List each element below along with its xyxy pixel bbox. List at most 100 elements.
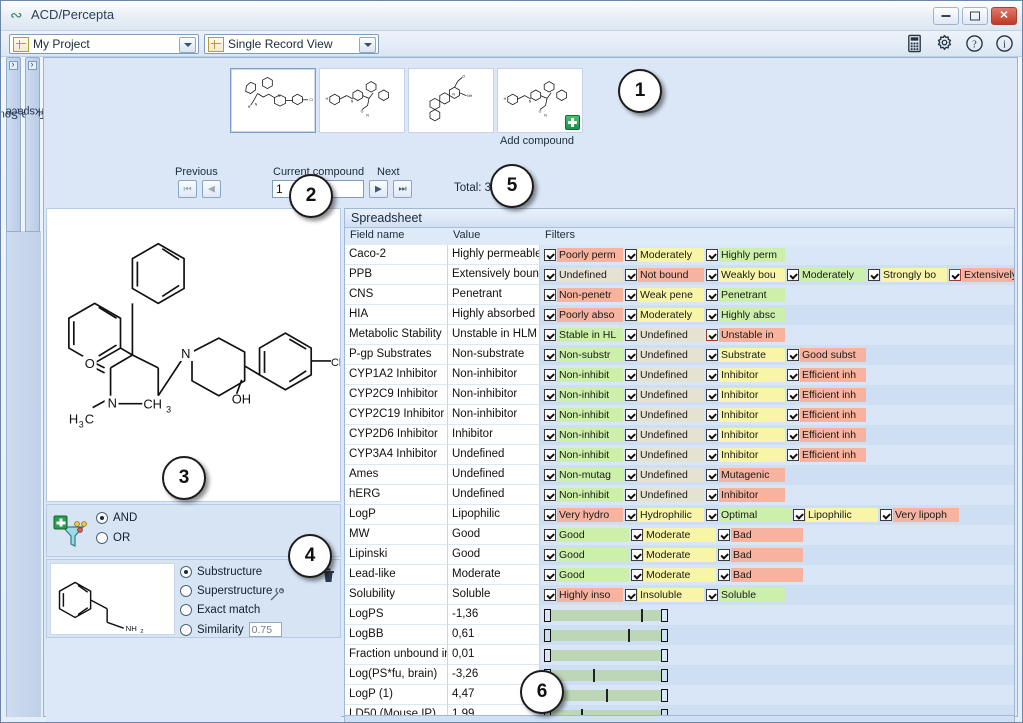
filter-chip[interactable]: Strongly bo (868, 268, 947, 282)
filter-chip[interactable]: Highly perm (706, 248, 785, 262)
table-row[interactable]: CYP2D6 Inhibitor Inhibitor Non-inhibit Unde… (345, 425, 1014, 445)
filter-chip[interactable]: Efficient inh (787, 368, 866, 382)
filter-chip[interactable]: Weakly bou (706, 268, 785, 282)
filter-checkbox[interactable] (949, 269, 961, 281)
filter-chip[interactable]: Moderate (631, 548, 716, 562)
filter-checkbox[interactable] (625, 489, 637, 501)
help-icon[interactable]: ? (965, 34, 984, 53)
filter-checkbox[interactable] (544, 329, 556, 341)
filter-checkbox[interactable] (787, 409, 799, 421)
filter-checkbox[interactable] (706, 509, 718, 521)
view-selector[interactable]: Single Record View (204, 34, 379, 54)
range-handle-left[interactable] (544, 648, 551, 662)
logic-and-radio[interactable]: AND (96, 512, 137, 524)
filter-checkbox[interactable] (706, 369, 718, 381)
filter-checkbox[interactable] (706, 329, 718, 341)
table-row[interactable]: LogPS -1,36 (345, 605, 1014, 625)
filter-chip[interactable]: Non-penetr (544, 288, 623, 302)
table-row[interactable]: CYP3A4 Inhibitor Undefined Non-inhibit Unde… (345, 445, 1014, 465)
filter-chip[interactable]: Non-mutag (544, 468, 623, 482)
filter-checkbox[interactable] (706, 289, 718, 301)
filter-checkbox[interactable] (544, 409, 556, 421)
filter-chip[interactable]: Undefined (625, 348, 704, 362)
filter-chip[interactable]: Moderately (625, 308, 704, 322)
filter-chip[interactable]: Bad (718, 528, 803, 542)
filter-chip[interactable]: Not bound (625, 268, 704, 282)
filter-chip[interactable]: Efficient inh (787, 448, 866, 462)
filter-chip[interactable]: Highly absc (706, 308, 785, 322)
filter-chip[interactable]: Undefined (625, 408, 704, 422)
filter-chip[interactable]: Undefined (544, 268, 623, 282)
range-handle-right[interactable] (661, 688, 668, 702)
match-mode-exact[interactable]: Exact match (180, 604, 260, 616)
filter-checkbox[interactable] (544, 449, 556, 461)
compound-thumb-3[interactable]: N NH O (408, 68, 494, 133)
filter-checkbox[interactable] (544, 369, 556, 381)
filter-chip[interactable]: Soluble (706, 588, 785, 602)
filter-chip[interactable]: Lipophilic (793, 508, 878, 522)
filter-checkbox[interactable] (706, 589, 718, 601)
filter-chip[interactable]: Non-substr (544, 348, 623, 362)
filter-chip[interactable]: Undefined (625, 488, 704, 502)
filter-chip[interactable]: Penetrant (706, 288, 785, 302)
filter-chip[interactable]: Inhibitor (706, 368, 785, 382)
previous-compound-button[interactable]: ◀ (202, 180, 221, 198)
filter-chip[interactable]: Undefined (625, 468, 704, 482)
filter-chip[interactable]: Non-inhibit (544, 408, 623, 422)
filter-add-icon[interactable] (53, 513, 89, 549)
filter-chip[interactable]: Inhibitor (706, 428, 785, 442)
filter-checkbox[interactable] (793, 509, 805, 521)
filter-chip[interactable]: Poorly abso (544, 308, 623, 322)
wrench-icon[interactable] (269, 588, 285, 602)
filter-checkbox[interactable] (625, 249, 637, 261)
similarity-threshold-input[interactable]: 0.75 (248, 622, 282, 637)
filter-checkbox[interactable] (544, 289, 556, 301)
plus-badge[interactable] (565, 115, 580, 130)
filter-checkbox[interactable] (625, 509, 637, 521)
filter-checkbox[interactable] (544, 429, 556, 441)
filter-chip[interactable]: Non-inhibit (544, 488, 623, 502)
close-button[interactable]: ✕ (991, 7, 1017, 25)
filter-checkbox[interactable] (544, 489, 556, 501)
filter-chip[interactable]: Mutagenic (706, 468, 785, 482)
table-row[interactable]: MW Good Good Moderate Bad (345, 525, 1014, 545)
filter-checkbox[interactable] (625, 349, 637, 361)
filter-chip[interactable]: Extensively (949, 268, 1014, 282)
filter-chip[interactable]: Hydrophilic (625, 508, 704, 522)
filter-chip[interactable]: Inhibitor (706, 448, 785, 462)
range-handle-right[interactable] (661, 708, 668, 715)
match-mode-substructure[interactable]: Substructure (180, 566, 262, 578)
filter-checkbox[interactable] (706, 269, 718, 281)
range-slider[interactable] (544, 708, 668, 715)
filter-checkbox[interactable] (625, 289, 637, 301)
filter-checkbox[interactable] (544, 389, 556, 401)
filter-chip[interactable]: Non-inhibit (544, 368, 623, 382)
filter-chip[interactable]: Poorly perm (544, 248, 623, 262)
calculator-icon[interactable] (905, 34, 924, 53)
range-slider[interactable] (544, 628, 668, 642)
filter-checkbox[interactable] (544, 249, 556, 261)
filter-checkbox[interactable] (544, 569, 556, 581)
filter-checkbox[interactable] (625, 329, 637, 341)
filter-chip[interactable]: Efficient inh (787, 428, 866, 442)
filter-checkbox[interactable] (625, 269, 637, 281)
table-row[interactable]: CYP2C9 Inhibitor Non-inhibitor Non-inhibit… (345, 385, 1014, 405)
logic-or-radio[interactable]: OR (96, 532, 130, 544)
filter-checkbox[interactable] (544, 269, 556, 281)
compound-thumb-1[interactable]: H N N Cl (230, 68, 316, 133)
filter-checkbox[interactable] (544, 549, 556, 561)
compound-thumb-add[interactable]: HNON (497, 68, 583, 133)
filter-chip[interactable]: Moderate (631, 568, 716, 582)
range-slider[interactable] (544, 648, 668, 662)
filter-chip[interactable]: Moderate (631, 528, 716, 542)
filter-checkbox[interactable] (706, 389, 718, 401)
filter-chip[interactable]: Good subst (787, 348, 866, 362)
table-row[interactable]: PPB Extensively bound Undefined Not bound We… (345, 265, 1014, 285)
gear-icon[interactable] (935, 34, 954, 53)
filter-checkbox[interactable] (706, 469, 718, 481)
filter-chip[interactable]: Very hydro (544, 508, 623, 522)
filter-chip[interactable]: Optimal (706, 508, 791, 522)
filter-checkbox[interactable] (868, 269, 880, 281)
query-structure-sketch[interactable]: NH 2 (50, 563, 175, 635)
filter-checkbox[interactable] (706, 309, 718, 321)
